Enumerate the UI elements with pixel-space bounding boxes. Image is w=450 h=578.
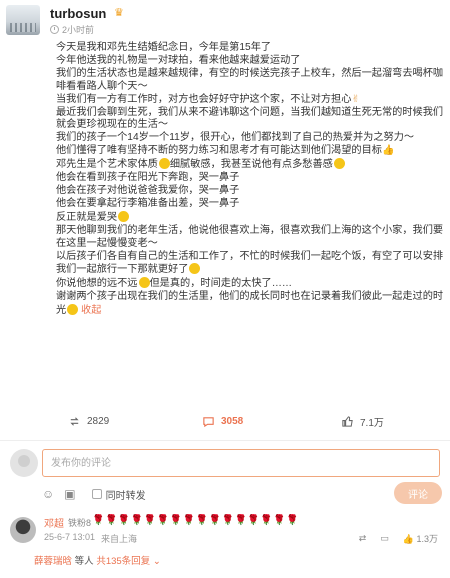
comment-reply-icon[interactable]: ▭	[380, 533, 389, 544]
post-body: 今天是我和邓先生结婚纪念日，今年是第15年了 今年他送我的礼物是一对球拍，看来他…	[56, 42, 444, 318]
username[interactable]: turbosun	[50, 6, 106, 21]
submit-comment-button[interactable]: 评论	[394, 482, 442, 504]
user-avatar[interactable]	[6, 5, 40, 35]
post-line: 他会在孩子对他说爸爸我爱你，哭一鼻子	[56, 184, 240, 196]
thumbs-up-icon: 👍	[382, 145, 395, 157]
post-line: 今天是我和邓先生结婚纪念日，今年是第15年了	[56, 42, 272, 53]
post-line: 我们的孩子一个14岁一个11岁，很开心，他们都找到了自己的热爱并为之努力～	[56, 132, 415, 144]
reply-total[interactable]: 共135条回复	[96, 556, 150, 567]
emoji-icon	[158, 158, 170, 170]
like-count: 7.1万	[360, 417, 384, 429]
post-time-label: 2小时前	[62, 25, 95, 35]
post-line: 邓先生是个艺术家体质 细腻敏感，我甚至说他有点多愁善感	[56, 158, 444, 172]
comment-icon	[203, 416, 214, 427]
comment-like-button[interactable]: 👍 1.3万	[403, 532, 438, 545]
comment-time: 25-6-7 13:01	[44, 532, 96, 542]
post-stats: 2829 3058 7.1万	[56, 410, 444, 432]
post-line: 他们懂得了唯有坚持不断的努力练习和思考才有可能达到他们渴望的目标👍	[56, 145, 395, 157]
post-line: 最近我们会聊到生死，我们从来不避讳聊这个问题，当我们越知道生死无常的时候我们就会…	[56, 106, 444, 131]
reply-summary[interactable]: 薛蓉瑞晗 等人 共135条回复 ⌄	[34, 553, 161, 567]
post-line: 当我们有一方有工作时，对方也会好好守护这个家，不让对方担心✌	[56, 93, 360, 105]
post-line: 我们的生活状态也是越来越规律，有空的时候送完孩子上校车，然后一起溜弯去喝杯咖啡看…	[56, 67, 444, 92]
post-line: 你说他想的远不远 但是真的，时间走的太快了……	[56, 277, 293, 290]
emoji-icon	[333, 158, 345, 170]
emoji-icon	[138, 277, 150, 289]
comment-count: 3058	[221, 415, 244, 427]
liked-by-rest: 等人	[74, 556, 94, 567]
comment-actions: ⇄ ▭ 👍 1.3万	[359, 532, 438, 545]
emoji-picker-icon[interactable]: ☺	[42, 487, 54, 501]
image-upload-icon[interactable]: ▣	[64, 487, 75, 501]
liked-by-name[interactable]: 薛蓉瑞晗	[34, 556, 72, 567]
post-time: 2小时前	[50, 23, 94, 36]
comment-button[interactable]: 3058	[202, 415, 243, 428]
victory-hand-icon: ✌	[351, 93, 360, 105]
crown-icon: ♛	[114, 7, 124, 19]
post-line: 谢谢两个孩子出现在我们的生活里，他们的成长同时也在记录着我们彼此一起走过的时光 …	[56, 291, 444, 317]
post-header: turbosun ♛ 2小时前	[6, 4, 446, 38]
emoji-icon	[67, 304, 79, 316]
emoji-icon	[118, 210, 130, 222]
expand-replies-icon[interactable]: ⌄	[153, 556, 161, 567]
repost-checkbox[interactable]	[91, 489, 102, 499]
clock-icon	[50, 25, 59, 34]
emoji-icon	[189, 263, 201, 275]
comment-like-count: 1.3万	[416, 534, 438, 544]
comment-toolbar: ☺ ▣ 同时转发	[42, 484, 440, 504]
comment-text: 🌹🌹🌹🌹🌹🌹🌹🌹🌹🌹🌹🌹🌹🌹🌹🌹	[92, 515, 300, 526]
repost-button[interactable]: 2829	[68, 415, 109, 428]
comment-location: 来自上海	[101, 534, 138, 544]
commenter-avatar[interactable]	[10, 517, 36, 543]
repost-count: 2829	[87, 415, 110, 427]
comment-input[interactable]	[42, 449, 440, 477]
comment-meta: 25-6-7 13:01 来自上海	[44, 532, 137, 545]
post-line: 那天他聊到我们的老年生活，他说他很喜欢上海，很喜欢我们上海的这个小家，我们要在这…	[56, 224, 444, 249]
divider	[0, 440, 450, 441]
collapse-link[interactable]: 收起	[81, 305, 101, 316]
post-line: 反正就是爱哭	[56, 210, 444, 225]
my-avatar	[10, 449, 38, 477]
post-line: 他会在看到孩子在阳光下奔跑，哭一鼻子	[56, 172, 240, 184]
commenter-name[interactable]: 邓超	[44, 515, 64, 530]
like-button[interactable]: 7.1万	[341, 414, 384, 429]
repost-icon	[70, 416, 79, 426]
post-line: 他会在要拿起行李箱准备出差，哭一鼻子	[56, 197, 240, 209]
thumbs-up-icon	[342, 415, 353, 427]
post-line: 以后孩子们各自有自己的生活和工作了，不忙的时候我们一起吃个饭，有空了可以安排我们…	[56, 250, 444, 276]
repost-checkbox-row[interactable]: 同时转发	[91, 487, 146, 502]
post-line: 今年他送我的礼物是一对球拍，看来他越来越爱运动了	[56, 54, 301, 66]
fan-badge: 铁粉8	[68, 518, 92, 528]
repost-label: 同时转发	[105, 490, 146, 502]
comment-repost-icon[interactable]: ⇄	[359, 533, 367, 544]
